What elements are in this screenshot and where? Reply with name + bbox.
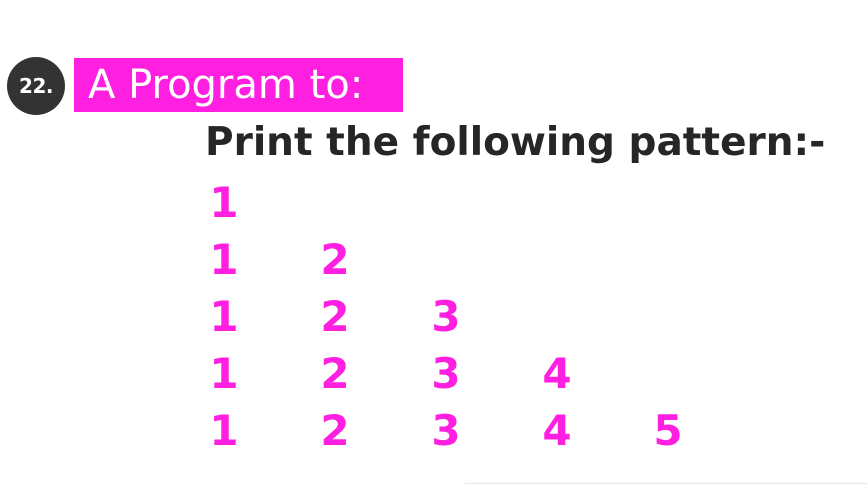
pattern-number: 1 [209,406,239,455]
pattern-number: 3 [431,292,461,341]
pattern-number: 1 [209,292,239,341]
pattern-number: 3 [431,349,461,398]
pattern-row: 1 2 3 4 [0,346,867,402]
pattern-number: 4 [542,406,572,455]
pattern-number: 2 [320,406,350,455]
divider-line [465,483,867,484]
pattern-number: 2 [320,292,350,341]
pattern-row: 1 2 3 4 5 [0,403,867,459]
pattern-number: 1 [209,178,239,227]
pattern-number: 2 [320,349,350,398]
pattern-row: 1 [0,175,867,231]
pattern-number: 1 [209,235,239,284]
pattern-number: 2 [320,235,350,284]
pattern-row: 12 [0,232,867,288]
pattern-number: 4 [542,349,572,398]
pattern-number: 5 [653,406,683,455]
number-pattern: 112123123412345 [0,0,867,487]
pattern-number: 1 [209,349,239,398]
pattern-number: 3 [431,406,461,455]
pattern-row: 1 2 3 [0,289,867,345]
